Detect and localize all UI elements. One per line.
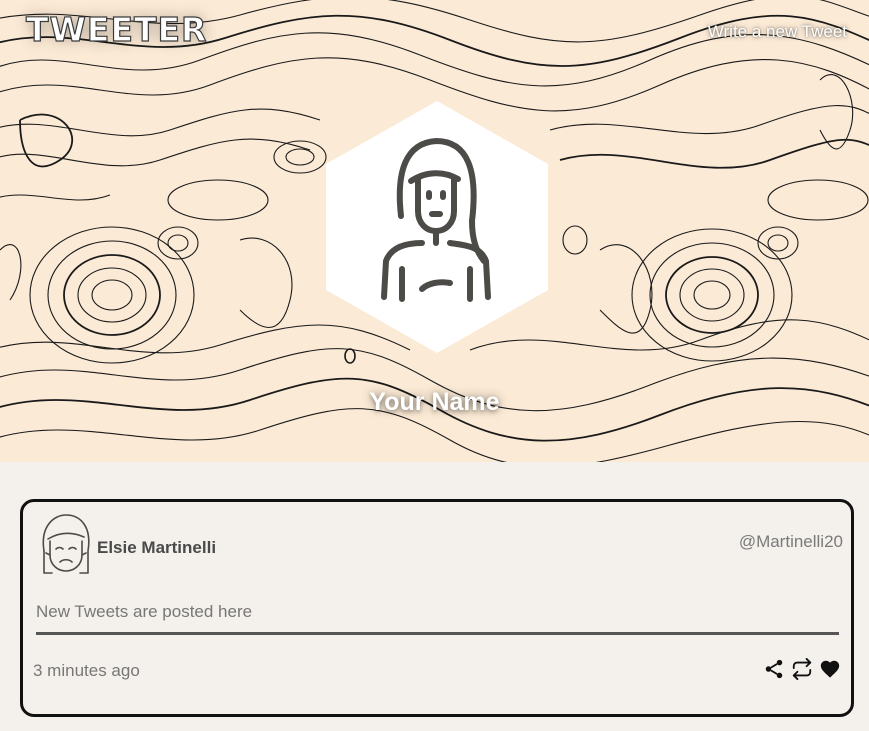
tweet-card: Elsie Martinelli @Martinelli20 New Tweet…	[20, 499, 854, 717]
write-new-tweet-link[interactable]: Write a new Tweet	[708, 22, 847, 42]
profile-name: Your Name	[369, 388, 500, 416]
profile-banner: TWEETER Write a new Tweet Your Name	[0, 0, 869, 462]
sad-woman-avatar-icon	[42, 514, 90, 574]
tweet-divider	[36, 632, 839, 635]
woman-avatar-icon	[326, 101, 548, 353]
tweet-author-handle: @Martinelli20	[738, 532, 843, 551]
like-icon[interactable]	[819, 658, 841, 680]
retweet-icon[interactable]	[791, 658, 813, 680]
tweet-timestamp: 3 minutes ago	[33, 661, 140, 680]
brand-logo[interactable]: TWEETER	[25, 9, 207, 49]
share-icon[interactable]	[763, 658, 785, 680]
tweet-content: New Tweets are posted here	[36, 602, 253, 621]
tweet-author-name: Elsie Martinelli	[97, 538, 217, 557]
tweet-actions	[763, 658, 841, 680]
